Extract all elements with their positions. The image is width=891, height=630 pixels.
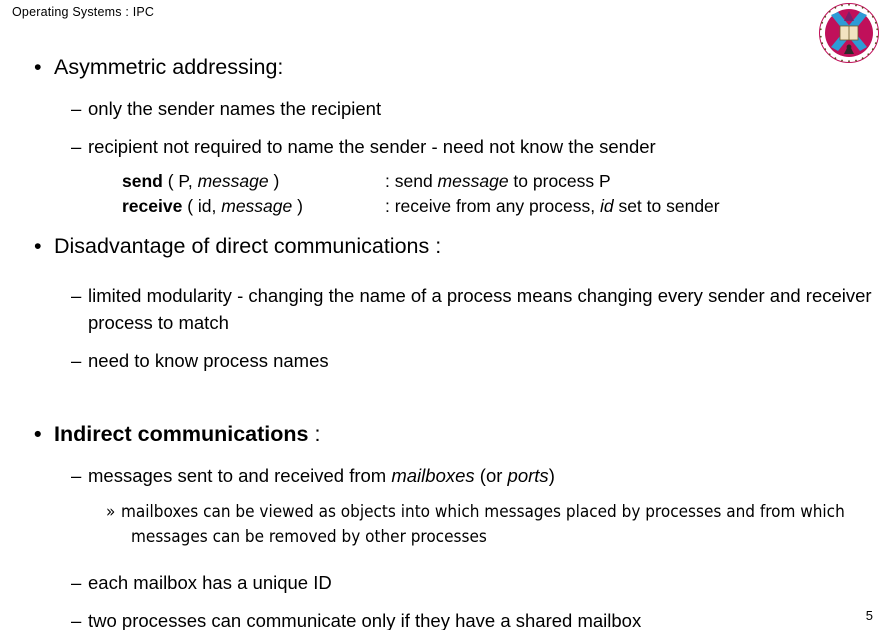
signature-receive-call: receive ( id, message ) [122, 194, 303, 219]
bullet-asymmetric-addressing-label: Asymmetric addressing: [54, 55, 284, 79]
signature-row-receive: receive ( id, message ) : receive from a… [0, 194, 891, 219]
sub-bullet-sender-names-recipient-label: only the sender names the recipient [88, 98, 382, 119]
signature-receive-open: ( id, [182, 196, 222, 216]
page-number: 5 [865, 608, 873, 623]
bullet-asymmetric-addressing: • Asymmetric addressing: [0, 52, 891, 82]
keyword-send: send [122, 171, 163, 191]
sub-bullet-mailbox-unique-id-label: each mailbox has a unique ID [88, 572, 332, 593]
sub-bullet-shared-mailbox-label: two processes can communicate only if th… [88, 610, 642, 630]
sub-bullet-need-process-names: – need to know process names [0, 347, 891, 374]
bullet-disadvantage-direct-communications-label: Disadvantage of direct communications : [54, 234, 442, 258]
sub-sub-bullet-mailbox-objects-label: mailboxes can be viewed as objects into … [121, 502, 845, 547]
bullet-indirect-communications-label: Indirect communications : [54, 422, 320, 446]
sub-bullet-recipient-not-required-label: recipient not required to name the sende… [88, 136, 656, 157]
signature-send-close: ) [268, 171, 280, 191]
bullet-marker-level1: • [34, 234, 42, 258]
bullet-indirect-communications: • Indirect communications : [0, 419, 891, 449]
term-ports: ports [507, 465, 549, 486]
signature-send-desc-post: to process P [508, 171, 611, 191]
messages-mailboxes-pre: messages sent to and received from [88, 465, 392, 486]
sub-bullet-shared-mailbox: – two processes can communicate only if … [0, 607, 891, 630]
primitive-signature-block: send ( P, message ) : send message to pr… [0, 169, 891, 219]
sub-bullet-need-process-names-label: need to know process names [88, 350, 329, 371]
signature-send-desc-pre: : send [385, 171, 438, 191]
bullet-marker-level2: – [71, 285, 82, 306]
bullet-marker-level2: – [71, 610, 82, 630]
messages-mailboxes-mid: (or [474, 465, 508, 486]
messages-mailboxes-post: ) [548, 465, 555, 486]
bullet-marker-level1: • [34, 55, 42, 79]
bullet-marker-level3: » [106, 502, 116, 522]
signature-receive-desc-pre: : receive from any process, [385, 196, 600, 216]
slide-title: Operating Systems : IPC [12, 5, 155, 19]
slide-body: • Asymmetric addressing: – only the send… [0, 52, 891, 630]
signature-send-desc-em: message [437, 171, 509, 191]
signature-receive-desc-post: set to sender [613, 196, 720, 216]
sub-bullet-mailbox-unique-id: – each mailbox has a unique ID [0, 569, 891, 596]
term-mailboxes: mailboxes [391, 465, 475, 486]
sub-bullet-limited-modularity: – limited modularity - changing the name… [0, 282, 891, 336]
sub-bullet-recipient-not-required: – recipient not required to name the sen… [0, 133, 891, 160]
sub-bullet-limited-modularity-label: limited modularity - changing the name o… [88, 285, 872, 333]
signature-receive-param: message [221, 196, 293, 216]
signature-send-param: message [197, 171, 269, 191]
signature-send-description: : send message to process P [385, 169, 611, 194]
sub-sub-bullet-mailbox-objects: » mailboxes can be viewed as objects int… [0, 500, 891, 550]
keyword-receive: receive [122, 196, 183, 216]
signature-receive-description: : receive from any process, id set to se… [385, 194, 720, 219]
bullet-marker-level2: – [71, 98, 82, 119]
bullet-indirect-communications-strong: Indirect communications [54, 422, 309, 446]
bullet-marker-level2: – [71, 350, 82, 371]
bullet-marker-level1: • [34, 422, 42, 446]
signature-receive-desc-em: id [599, 196, 614, 216]
bullet-marker-level2: – [71, 572, 82, 593]
bullet-marker-level2: – [71, 465, 82, 486]
bullet-disadvantage-direct-communications: • Disadvantage of direct communications … [0, 231, 891, 261]
bullet-indirect-communications-tail: : [308, 422, 321, 446]
signature-row-send: send ( P, message ) : send message to pr… [0, 169, 891, 194]
signature-receive-close: ) [292, 196, 303, 216]
signature-send-open: ( P, [162, 171, 198, 191]
slide: Operating Systems : IPC • Asymmetric add… [0, 0, 891, 630]
sub-bullet-sender-names-recipient: – only the sender names the recipient [0, 95, 891, 122]
sub-bullet-messages-mailboxes: – messages sent to and received from mai… [0, 462, 891, 489]
signature-send-call: send ( P, message ) [122, 169, 279, 194]
bullet-marker-level2: – [71, 136, 82, 157]
sub-bullet-messages-mailboxes-label: messages sent to and received from mailb… [88, 462, 891, 489]
